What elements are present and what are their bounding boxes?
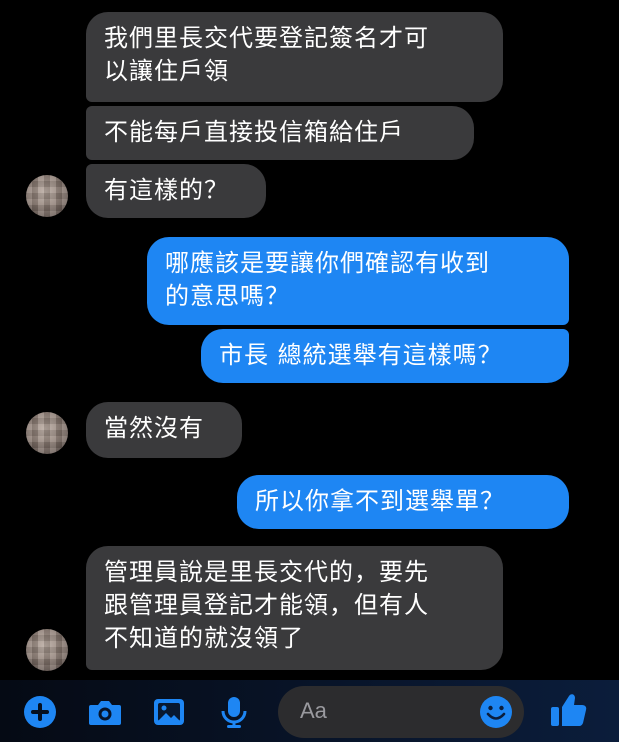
outgoing-message: 哪應該是要讓你們確認有收到 的意思嗎？ <box>147 237 569 325</box>
incoming-message: 當然沒有 <box>86 402 242 458</box>
incoming-message: 有這樣的？ <box>86 164 266 218</box>
image-icon[interactable] <box>151 694 187 730</box>
outgoing-message: 市長 總統選舉有這樣嗎？ <box>201 329 569 383</box>
camera-icon[interactable] <box>87 694 123 730</box>
message-input[interactable]: Aa <box>278 686 524 738</box>
emoji-icon[interactable] <box>478 694 514 730</box>
contact-avatar[interactable] <box>26 629 68 671</box>
outgoing-message: 所以你拿不到選舉單？ <box>237 475 569 529</box>
incoming-message: 不能每戶直接投信箱給住戶 <box>86 106 474 160</box>
contact-avatar[interactable] <box>26 412 68 454</box>
incoming-message: 管理員說是里長交代的，要先 跟管理員登記才能領，但有人 不知道的就沒領了 <box>86 546 503 670</box>
thumbs-up-icon[interactable] <box>548 690 588 730</box>
contact-avatar[interactable] <box>26 175 68 217</box>
plus-icon[interactable] <box>22 694 58 730</box>
incoming-message: 我們里長交代要登記簽名才可 以讓住戶領 <box>86 12 503 102</box>
composer-toolbar: Aa <box>0 680 619 742</box>
message-input-placeholder: Aa <box>300 698 327 723</box>
microphone-icon[interactable] <box>216 694 252 730</box>
